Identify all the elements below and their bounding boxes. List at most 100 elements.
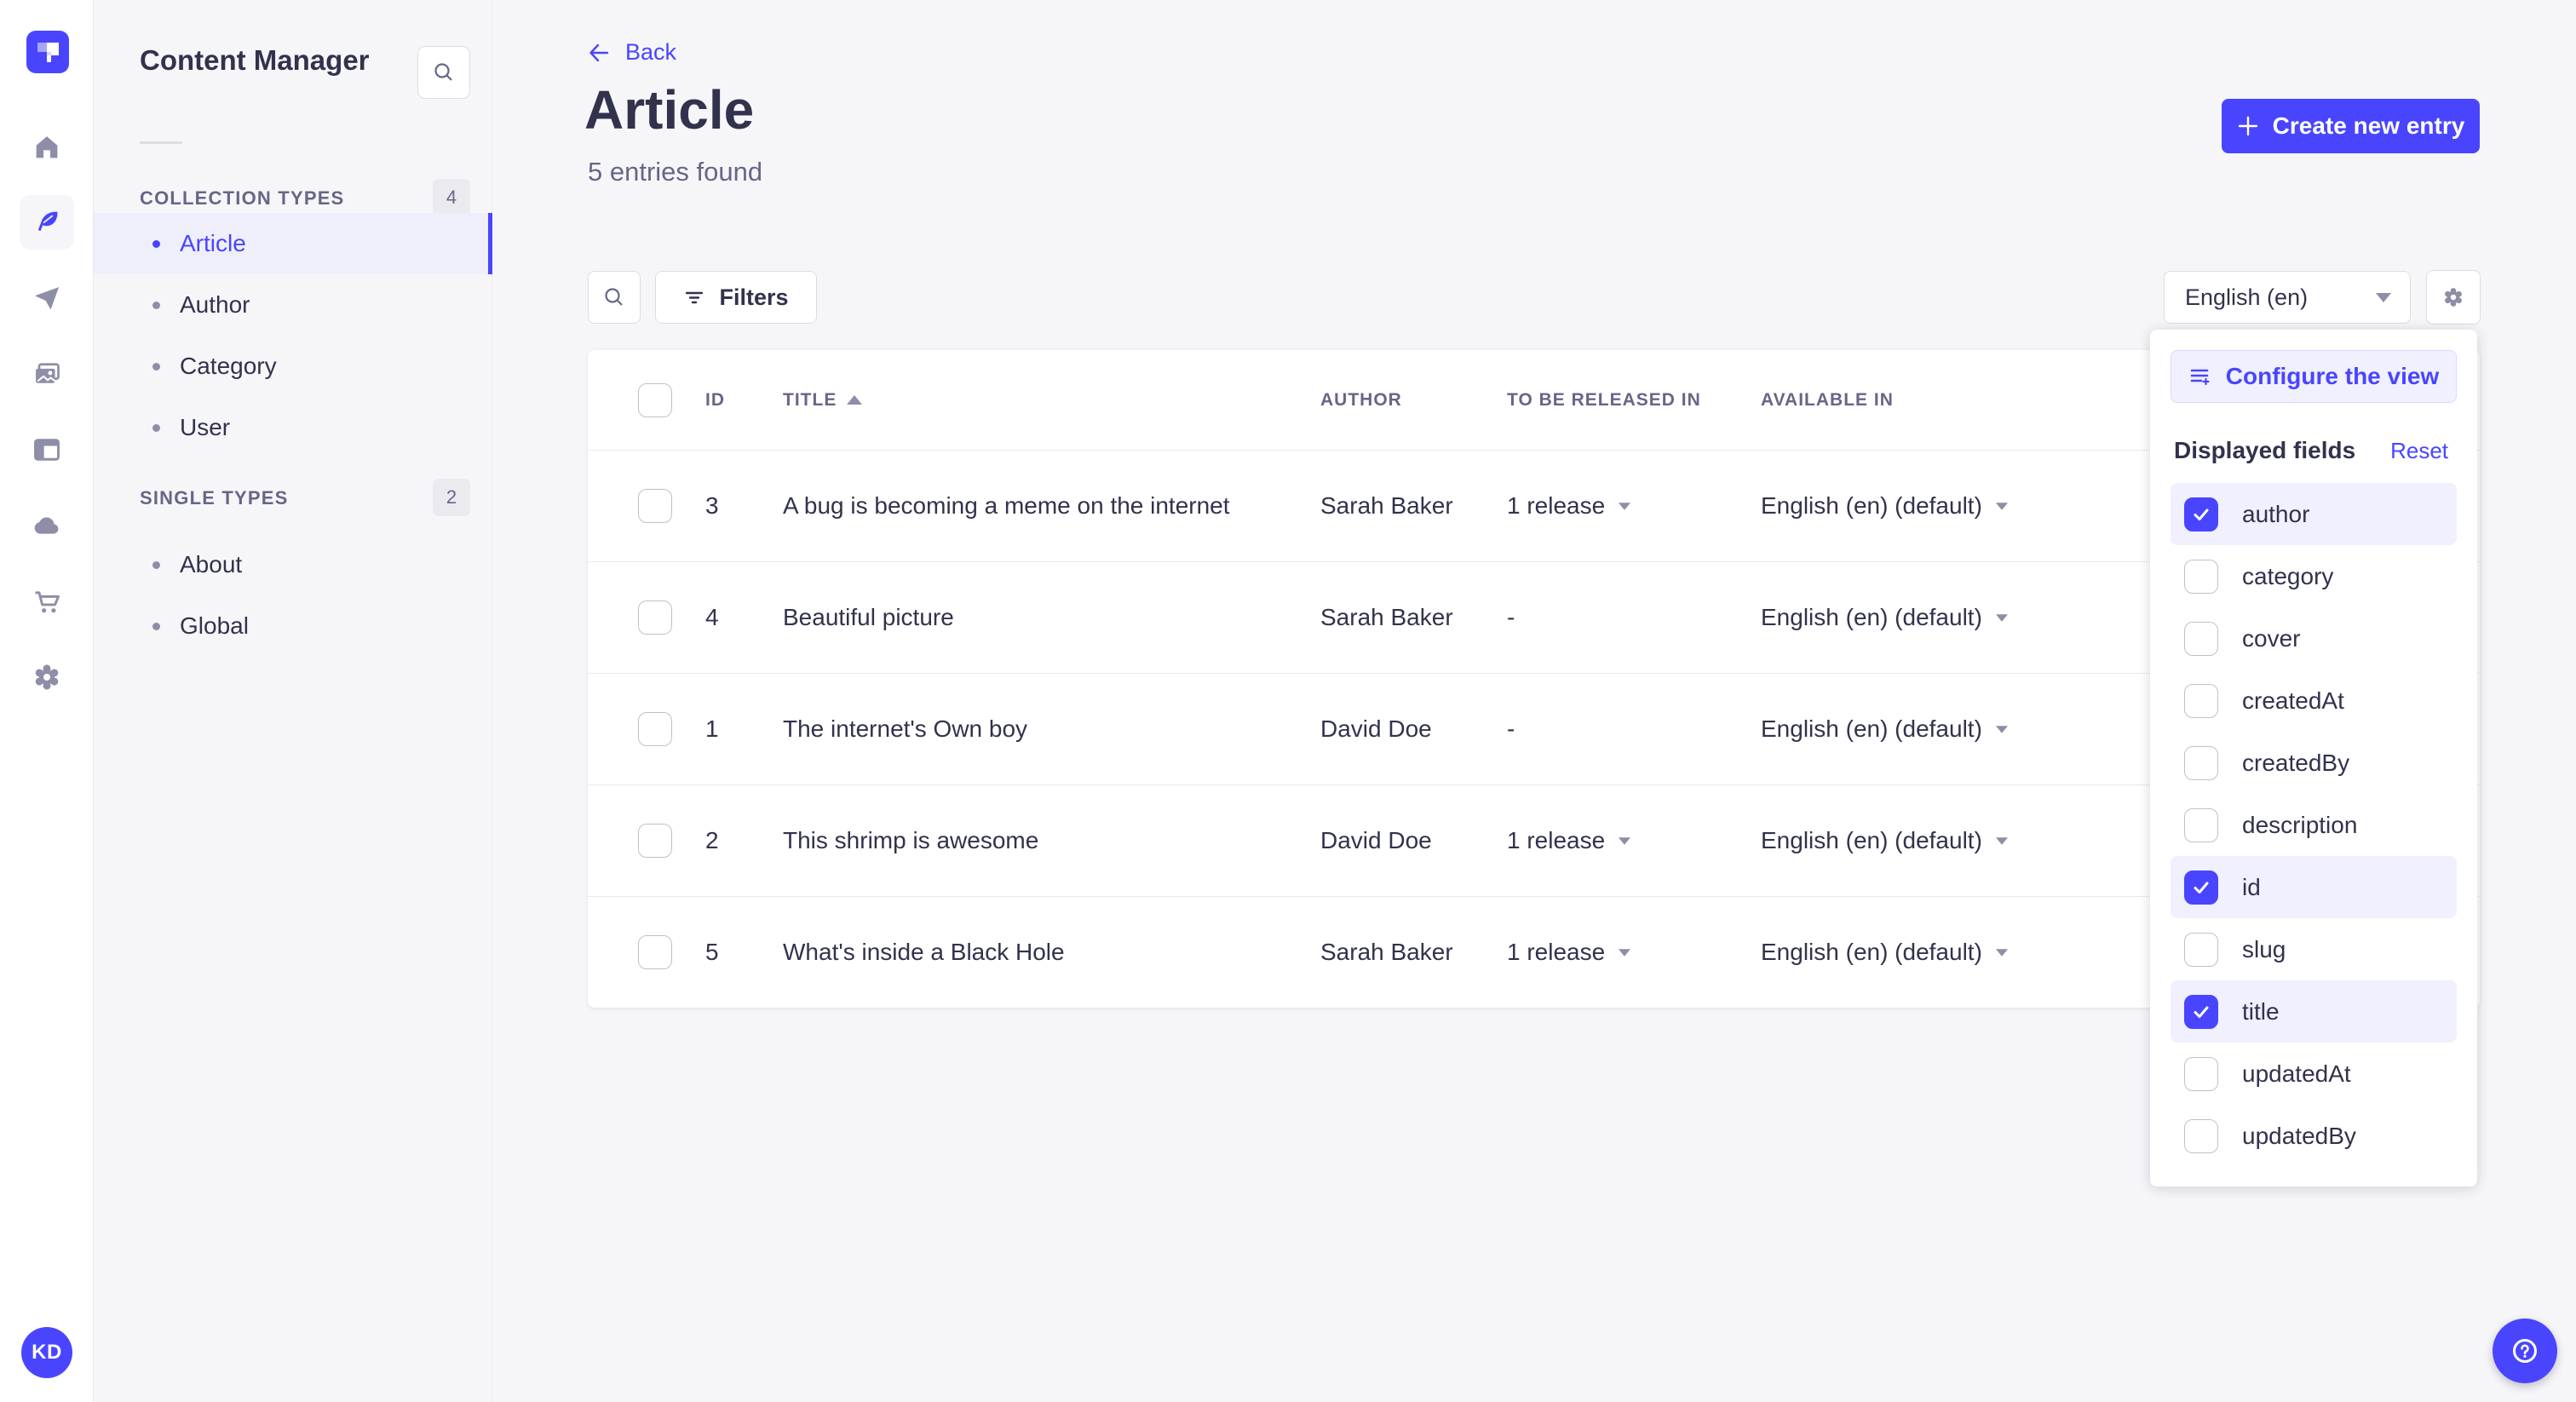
field-toggle-updatedBy[interactable]: updatedBy xyxy=(2171,1105,2457,1167)
select-all-checkbox[interactable] xyxy=(638,382,672,417)
checkbox[interactable] xyxy=(2184,497,2218,531)
sidebar-item-about[interactable]: About xyxy=(94,534,492,595)
row-checkbox[interactable] xyxy=(638,489,672,523)
chevron-down-icon xyxy=(1619,836,1631,845)
checkbox[interactable] xyxy=(2184,621,2218,656)
field-toggle-cover[interactable]: cover xyxy=(2171,607,2457,669)
column-header-title[interactable]: TITLE xyxy=(783,390,1320,411)
cell-author: Sarah Baker xyxy=(1320,939,1453,965)
column-header-author[interactable]: AUTHOR xyxy=(1320,390,1507,411)
checkbox[interactable] xyxy=(2184,745,2218,780)
page-title: Article xyxy=(584,79,755,141)
field-toggle-title[interactable]: title xyxy=(2171,980,2457,1043)
checkbox[interactable] xyxy=(2184,1118,2218,1153)
releases-icon[interactable] xyxy=(20,271,74,325)
field-toggle-id[interactable]: id xyxy=(2171,856,2457,918)
content-type-builder-icon[interactable] xyxy=(20,422,74,477)
field-toggle-createdBy[interactable]: createdBy xyxy=(2171,732,2457,794)
reset-fields-button[interactable]: Reset xyxy=(2390,438,2448,464)
field-toggle-createdAt[interactable]: createdAt xyxy=(2171,669,2457,732)
home-icon[interactable] xyxy=(20,120,74,175)
marketplace-icon[interactable] xyxy=(20,574,74,629)
chevron-down-icon xyxy=(1995,613,2008,622)
cell-id: 5 xyxy=(705,939,719,965)
settings-icon[interactable] xyxy=(20,650,74,704)
field-toggle-category[interactable]: category xyxy=(2171,545,2457,607)
cell-id: 1 xyxy=(705,715,719,742)
user-avatar[interactable]: KD xyxy=(21,1327,72,1378)
bullet-icon xyxy=(152,239,160,248)
content-manager-sidebar: Content Manager COLLECTION TYPES 4 Artic… xyxy=(94,0,492,1402)
question-mark-icon xyxy=(2513,1339,2537,1363)
gear-icon xyxy=(2445,288,2462,307)
row-checkbox[interactable] xyxy=(638,600,672,635)
cell-releases[interactable]: 1 release xyxy=(1507,939,1761,966)
chevron-down-icon xyxy=(1995,725,2008,733)
cell-id: 4 xyxy=(705,604,719,630)
row-checkbox[interactable] xyxy=(638,712,672,746)
bullet-icon xyxy=(152,423,160,432)
plus-icon xyxy=(2238,116,2257,136)
chevron-down-icon xyxy=(1995,502,2008,510)
bullet-icon xyxy=(152,362,160,371)
column-header-to-be-released-in[interactable]: TO BE RELEASED IN xyxy=(1507,390,1761,411)
checkbox[interactable] xyxy=(2184,932,2218,967)
cell-releases[interactable]: - xyxy=(1507,715,1761,743)
help-button[interactable] xyxy=(2493,1319,2557,1383)
cell-id: 2 xyxy=(705,827,719,853)
sidebar-item-global[interactable]: Global xyxy=(94,595,492,657)
sidebar-item-category[interactable]: Category xyxy=(94,336,492,397)
back-link[interactable]: Back xyxy=(588,39,676,66)
media-library-icon[interactable] xyxy=(20,347,74,401)
row-checkbox[interactable] xyxy=(638,824,672,858)
filter-icon xyxy=(686,291,704,304)
checkbox[interactable] xyxy=(2184,994,2218,1029)
entries-count: 5 entries found xyxy=(588,157,763,187)
row-checkbox[interactable] xyxy=(638,935,672,969)
field-toggle-updatedAt[interactable]: updatedAt xyxy=(2171,1043,2457,1105)
sidebar-item-article[interactable]: Article xyxy=(94,213,492,274)
configure-list-icon xyxy=(2190,369,2210,386)
checkbox[interactable] xyxy=(2184,683,2218,718)
cell-releases[interactable]: - xyxy=(1507,604,1761,631)
displayed-fields-title: Displayed fields xyxy=(2174,437,2356,463)
strapi-logo[interactable] xyxy=(26,31,69,73)
field-toggle-author[interactable]: author xyxy=(2171,483,2457,545)
cloud-icon[interactable] xyxy=(20,498,74,553)
main-nav-rail: KD xyxy=(0,0,94,1402)
sidebar-item-author[interactable]: Author xyxy=(94,274,492,336)
column-header-id[interactable]: ID xyxy=(705,390,783,411)
section-label: COLLECTION TYPES xyxy=(140,187,345,209)
arrow-left-icon xyxy=(589,43,609,61)
chevron-down-icon xyxy=(2376,292,2391,302)
view-settings-button[interactable] xyxy=(2426,270,2481,325)
checkbox[interactable] xyxy=(2184,870,2218,905)
create-new-entry-button[interactable]: Create new entry xyxy=(2222,99,2480,153)
collection-types-count-badge: 4 xyxy=(433,179,470,216)
cell-title: This shrimp is awesome xyxy=(783,827,1039,853)
cell-title: A bug is becoming a meme on the internet xyxy=(783,492,1230,519)
field-toggle-slug[interactable]: slug xyxy=(2171,918,2457,980)
cell-releases[interactable]: 1 release xyxy=(1507,827,1761,854)
field-toggle-description[interactable]: description xyxy=(2171,794,2457,856)
search-button[interactable] xyxy=(588,271,641,324)
locale-select[interactable]: English (en) xyxy=(2164,271,2411,324)
filters-button[interactable]: Filters xyxy=(655,271,817,324)
displayed-fields-list: author category cover createdAt createdB… xyxy=(2171,483,2457,1167)
cell-id: 3 xyxy=(705,492,719,519)
chevron-down-icon xyxy=(1619,502,1631,510)
checkbox[interactable] xyxy=(2184,1056,2218,1091)
cell-releases[interactable]: 1 release xyxy=(1507,492,1761,520)
chevron-down-icon xyxy=(1619,948,1631,957)
chevron-down-icon xyxy=(1995,948,2008,957)
sidebar-search-button[interactable] xyxy=(417,46,470,99)
configure-the-view-button[interactable]: Configure the view xyxy=(2171,350,2457,403)
sidebar-item-user[interactable]: User xyxy=(94,397,492,458)
bullet-icon xyxy=(152,301,160,309)
cell-author: David Doe xyxy=(1320,827,1432,853)
section-label: SINGLE TYPES xyxy=(140,487,289,509)
checkbox[interactable] xyxy=(2184,559,2218,594)
sidebar-title: Content Manager xyxy=(140,44,370,76)
checkbox[interactable] xyxy=(2184,807,2218,842)
content-manager-icon[interactable] xyxy=(20,195,74,250)
